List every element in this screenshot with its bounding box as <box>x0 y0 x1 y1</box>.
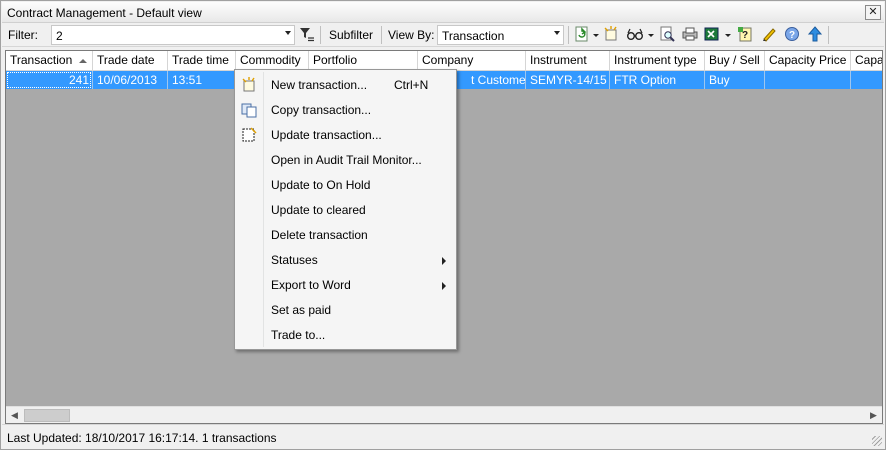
grid-header: Transaction Trade date Trade time Commod… <box>6 51 882 71</box>
scroll-right-button[interactable]: ▶ <box>865 407 882 423</box>
filter-clear-icon[interactable] <box>298 26 315 43</box>
column-header-trade-date[interactable]: Trade date <box>93 51 168 71</box>
submenu-arrow-icon <box>442 257 446 265</box>
cell-trade-date: 10/06/2013 <box>93 71 168 89</box>
chevron-down-icon <box>554 31 560 35</box>
edit-icon[interactable] <box>760 26 777 43</box>
filter-combo[interactable]: 2 <box>51 25 295 45</box>
scroll-left-button[interactable]: ◀ <box>6 407 23 423</box>
column-header-commodity[interactable]: Commodity <box>236 51 309 71</box>
refresh-icon[interactable] <box>573 26 590 43</box>
toolbar-separator <box>381 26 382 44</box>
status-bar: Last Updated: 18/10/2017 16:17:14. 1 tra… <box>2 424 884 448</box>
column-header-portfolio[interactable]: Portfolio <box>309 51 418 71</box>
menu-item-trade-to[interactable]: Trade to... <box>237 324 454 346</box>
column-header-capacity-price[interactable]: Capacity Price <box>765 51 851 71</box>
column-header-company[interactable]: Company <box>418 51 526 71</box>
sort-ascending-icon <box>79 59 87 63</box>
cell-buy-sell: Buy <box>705 71 765 89</box>
cell-instrument: SEMYR-14/15 <box>526 71 610 89</box>
copy-icon <box>241 102 257 118</box>
glasses-icon[interactable] <box>626 26 643 43</box>
update-icon <box>241 127 257 143</box>
title-bar: Contract Management - Default view ✕ <box>2 2 884 23</box>
menu-item-update-transaction[interactable]: Update transaction... <box>237 124 454 146</box>
menu-item-open-audit-trail[interactable]: Open in Audit Trail Monitor... <box>237 149 454 171</box>
svg-text:?: ? <box>789 30 795 41</box>
column-header-instrument-type[interactable]: Instrument type <box>610 51 705 71</box>
cell-trade-time: 13:51 <box>168 71 236 89</box>
menu-item-set-as-paid[interactable]: Set as paid <box>237 299 454 321</box>
cell-instrument-type: FTR Option <box>610 71 705 89</box>
view-by-label: View By: <box>388 28 435 42</box>
toolbar-separator <box>568 26 569 44</box>
report-icon[interactable]: ? <box>736 26 753 43</box>
excel-export-icon[interactable] <box>703 26 720 43</box>
status-text: Last Updated: 18/10/2017 16:17:14. 1 tra… <box>7 431 277 445</box>
chevron-down-icon[interactable] <box>593 34 599 37</box>
column-header-transaction[interactable]: Transaction <box>6 51 93 71</box>
menu-item-copy-transaction[interactable]: Copy transaction... <box>237 99 454 121</box>
context-menu: New transaction... Ctrl+N Copy transacti… <box>234 69 457 350</box>
focus-rectangle <box>7 72 91 88</box>
horizontal-scrollbar[interactable]: ◀ ▶ <box>6 406 882 423</box>
column-header-capacity[interactable]: Capa <box>851 51 882 71</box>
new-transaction-icon <box>241 77 257 93</box>
print-icon[interactable] <box>681 26 698 43</box>
close-button[interactable]: ✕ <box>865 5 881 20</box>
toolbar-separator <box>828 26 829 44</box>
filter-label: Filter: <box>8 28 38 42</box>
submenu-arrow-icon <box>442 282 446 290</box>
cell-capacity <box>851 71 882 89</box>
menu-item-update-cleared[interactable]: Update to cleared <box>237 199 454 221</box>
column-header-trade-time[interactable]: Trade time <box>168 51 236 71</box>
new-transaction-icon[interactable] <box>602 26 619 43</box>
scroll-thumb[interactable] <box>24 409 70 422</box>
toolbar-separator <box>320 26 321 44</box>
toolbar: Filter: 2 Subfilter View By: Transaction <box>2 23 884 47</box>
column-header-buy-sell[interactable]: Buy / Sell <box>705 51 765 71</box>
column-header-instrument[interactable]: Instrument <box>526 51 610 71</box>
window-title: Contract Management - Default view <box>7 6 202 20</box>
menu-item-statuses[interactable]: Statuses <box>237 249 454 271</box>
resize-grip-icon[interactable] <box>872 436 882 446</box>
menu-item-new-transaction[interactable]: New transaction... Ctrl+N <box>237 74 454 96</box>
cell-capacity-price <box>765 71 851 89</box>
chevron-down-icon <box>285 31 291 35</box>
filter-value: 2 <box>56 29 63 43</box>
contract-management-window: Contract Management - Default view ✕ Fil… <box>0 0 886 450</box>
upload-icon[interactable] <box>806 26 823 43</box>
subfilter-button[interactable]: Subfilter <box>329 28 373 42</box>
view-by-combo[interactable]: Transaction <box>437 25 564 45</box>
help-icon[interactable]: ? <box>783 26 800 43</box>
print-preview-icon[interactable] <box>658 26 675 43</box>
chevron-down-icon[interactable] <box>725 34 731 37</box>
view-by-value: Transaction <box>442 29 505 43</box>
menu-item-update-on-hold[interactable]: Update to On Hold <box>237 174 454 196</box>
chevron-down-icon[interactable] <box>648 34 654 37</box>
menu-item-export-to-word[interactable]: Export to Word <box>237 274 454 296</box>
menu-item-delete-transaction[interactable]: Delete transaction <box>237 224 454 246</box>
